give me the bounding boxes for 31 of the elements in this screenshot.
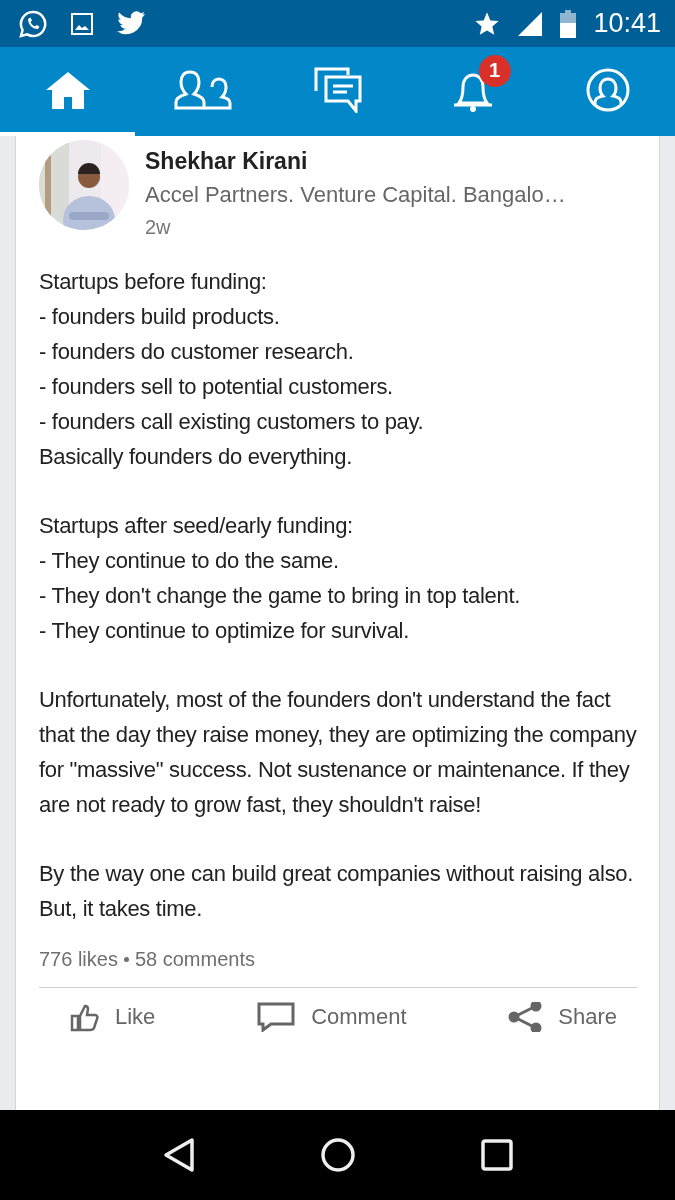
signal-icon (517, 10, 544, 37)
home-button-icon[interactable] (320, 1137, 357, 1173)
post-time: 2w (145, 215, 172, 240)
likes-count[interactable]: 776 likes (39, 948, 118, 971)
action-button[interactable]: Comment (257, 1002, 407, 1032)
messages-icon (313, 66, 362, 113)
clock-time: 10:41 (593, 8, 661, 39)
battery-icon (559, 9, 578, 38)
separator-dot (123, 957, 129, 962)
notification-count: 1 (478, 54, 511, 87)
comment-icon (257, 1002, 296, 1032)
share-icon (508, 1002, 543, 1032)
comments-count[interactable]: 58 comments (134, 948, 255, 971)
people-icon (173, 69, 232, 110)
post-paragraph: Startups before funding: - founders build products. - founders do customer research. - founders sell to potential customers. - founders call existing customers to pay. Basically founders do everything. (39, 268, 425, 471)
author-headline: Accel Partners. Venture Capital. Bangalo… (145, 181, 566, 209)
post-paragraph: By the way one can build great companies without raising also. But, it takes time. (39, 860, 635, 923)
action-button[interactable]: Like (69, 1002, 156, 1032)
back-icon[interactable] (162, 1137, 197, 1173)
profile-icon (585, 67, 630, 112)
thumbs-up-icon (69, 1002, 99, 1032)
post-paragraph: Unfortunately, most of the founders don't understand the fact that the day they raise money, they are optimizing the company for "massive" success. Not sustenance or maintenance. If they are not ready to grow fast, they shouldn't raise! (39, 686, 637, 819)
recent-apps-icon[interactable] (480, 1139, 513, 1171)
image-icon (70, 11, 94, 36)
home-icon (44, 69, 91, 110)
action-button[interactable]: Share (508, 1002, 617, 1032)
bird-icon (116, 10, 146, 37)
nav-tab[interactable]: 1 (405, 47, 540, 136)
post-paragraph: Startups after seed/early funding: - They continue to do the same. - They don't change the game to bring in top talent. - They continue to optimize for survival. (39, 512, 522, 645)
chat-bubble-icon (18, 8, 48, 39)
author-name[interactable]: Shekhar Kirani (145, 144, 566, 178)
